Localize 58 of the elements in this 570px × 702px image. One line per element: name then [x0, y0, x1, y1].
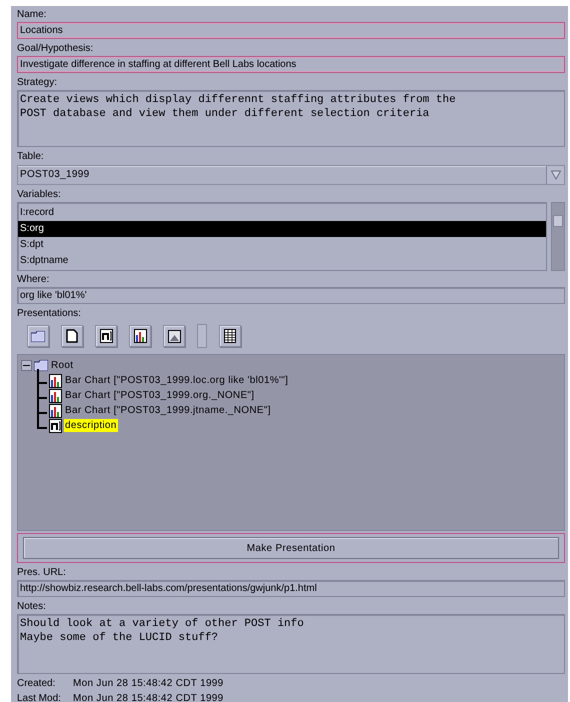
bar-chart-icon [49, 388, 62, 403]
scrollbar-thumb[interactable] [553, 214, 563, 227]
tree-item[interactable]: Bar Chart ["POST03_1999.jtname._NONE"] [64, 404, 272, 418]
table-icon [224, 329, 236, 344]
toolbar-button[interactable] [163, 325, 185, 348]
dropdown-button[interactable] [546, 166, 564, 184]
toolbar-button[interactable] [95, 325, 117, 348]
list-item[interactable]: I:record [18, 204, 546, 221]
tree-item[interactable]: Bar Chart ["POST03_1999.loc.org like 'bl01%'"] [64, 374, 290, 388]
tree-item[interactable]: Bar Chart ["POST03_1999.org._NONE"] [64, 389, 256, 402]
tree-line [37, 399, 47, 414]
field-label: Presentations: [17, 307, 82, 320]
field-label: Table: [17, 150, 45, 163]
goal-field[interactable]: Investigate difference in staffing at different Bell Labs locations [17, 56, 565, 73]
notes-textarea[interactable]: Should look at a variety of other POST info Maybe some of the LUCID stuff? [17, 614, 565, 674]
tree-line [37, 414, 47, 430]
field-label: Name: [17, 8, 48, 21]
list-item[interactable]: S:org [18, 220, 546, 237]
collapse-toggle[interactable] [21, 360, 32, 372]
bar-chart-icon [49, 404, 62, 418]
date-value: Mon Jun 28 15:48:42 CDT 1999 [73, 676, 224, 691]
where-field[interactable]: org like 'bl01%' [17, 287, 565, 304]
date-label: Last Mod: [17, 692, 62, 702]
tree-line [37, 369, 47, 384]
field-label: Strategy: [17, 76, 58, 89]
tree-item[interactable]: Root [50, 359, 74, 372]
toolbar-button[interactable] [129, 325, 151, 348]
tree-item[interactable]: description [64, 419, 118, 432]
tree-line [37, 384, 47, 400]
toolbar-button[interactable] [219, 325, 241, 348]
date-label: Created: [17, 676, 56, 691]
toolbar-button[interactable] [61, 325, 83, 348]
make-presentation-button[interactable]: Make Presentation [23, 537, 559, 560]
list-item[interactable]: S:dptname [18, 252, 546, 269]
bar-chart-icon [134, 329, 146, 344]
list-item[interactable]: S:dpt [18, 236, 546, 253]
page-icon [66, 329, 78, 344]
folder-icon [34, 360, 48, 372]
field-label: Notes: [17, 600, 47, 614]
scrollbar[interactable] [551, 202, 565, 272]
bar-chart-icon [49, 374, 62, 388]
strategy-textarea[interactable]: Create views which display differennt staffing attributes from the POST database and view them under different selection criteria [17, 90, 565, 147]
folder-icon [31, 330, 45, 342]
note-icon [100, 329, 112, 344]
triangle-icon [550, 170, 560, 180]
field-label: Pres. URL: [17, 566, 67, 580]
toolbar-separator [197, 324, 207, 348]
url-field[interactable]: http://showbiz.research.bell-labs.com/presentations/gwjunk/p1.html [17, 580, 565, 598]
toolbar-button[interactable] [27, 325, 49, 348]
dropdown-value: POST03_1999 [19, 168, 90, 182]
name-field[interactable]: Locations [17, 22, 565, 39]
image-icon [168, 330, 180, 343]
field-label: Where: [17, 273, 50, 286]
table-dropdown[interactable]: POST03_1999 [17, 164, 565, 185]
field-label: Variables: [17, 188, 62, 201]
date-value: Mon Jun 28 15:48:42 CDT 1999 [73, 692, 224, 702]
note-icon [49, 418, 62, 433]
field-label: Goal/Hypothesis: [17, 42, 94, 55]
